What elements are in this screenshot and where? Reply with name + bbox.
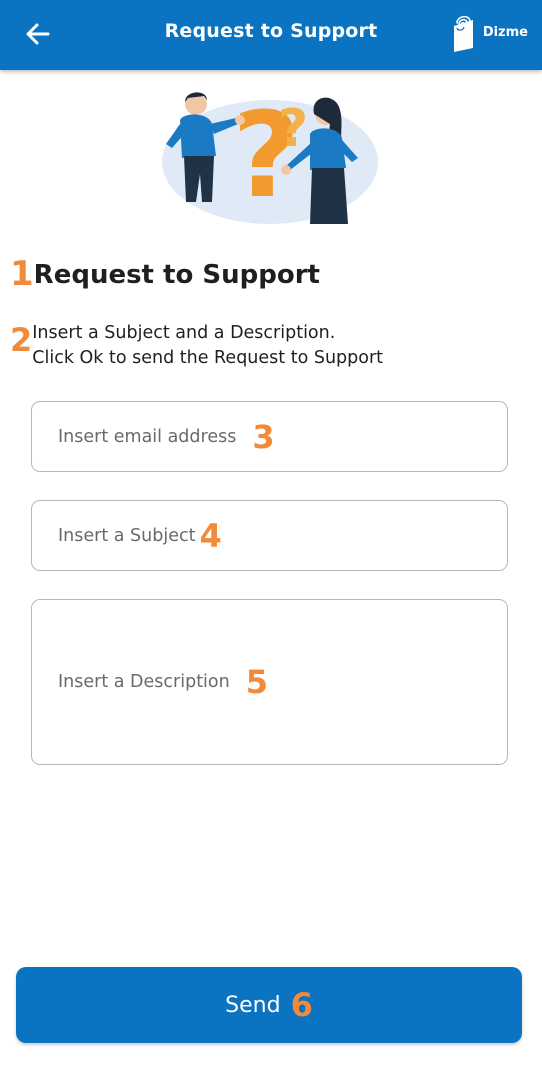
- brand-name: Dizme: [482, 24, 528, 40]
- annotation-number-2: 2: [10, 321, 33, 359]
- app-bar: Request to Support Dizme: [0, 0, 542, 70]
- instructions: 2 Insert a Subject and a Description. Cl…: [10, 320, 383, 371]
- email-field[interactable]: Insert email address 3: [31, 401, 508, 472]
- page-title: 1Request to Support: [10, 254, 320, 294]
- annotation-number-3: 3: [252, 417, 275, 456]
- send-button[interactable]: Send 6: [16, 967, 522, 1043]
- support-illustration: ? ?: [162, 86, 378, 224]
- send-button-label: Send: [225, 992, 281, 1018]
- annotation-number-6: 6: [290, 986, 313, 1024]
- description-placeholder: Insert a Description: [58, 672, 230, 692]
- brand-logo: Dizme: [451, 10, 528, 54]
- description-field[interactable]: Insert a Description 5: [31, 599, 508, 765]
- subject-field[interactable]: Insert a Subject 4: [31, 500, 508, 571]
- instruction-line-1: Insert a Subject and a Description.: [32, 323, 336, 343]
- annotation-number-1: 1: [10, 254, 34, 294]
- email-placeholder: Insert email address: [58, 426, 237, 447]
- fingerprint-card-icon: [453, 15, 473, 52]
- subject-placeholder: Insert a Subject: [58, 525, 196, 546]
- page-title-text: Request to Support: [33, 260, 320, 290]
- annotation-number-4: 4: [199, 516, 222, 555]
- instruction-line-2: Click Ok to send the Request to Support: [32, 348, 384, 368]
- annotation-number-5: 5: [245, 663, 268, 701]
